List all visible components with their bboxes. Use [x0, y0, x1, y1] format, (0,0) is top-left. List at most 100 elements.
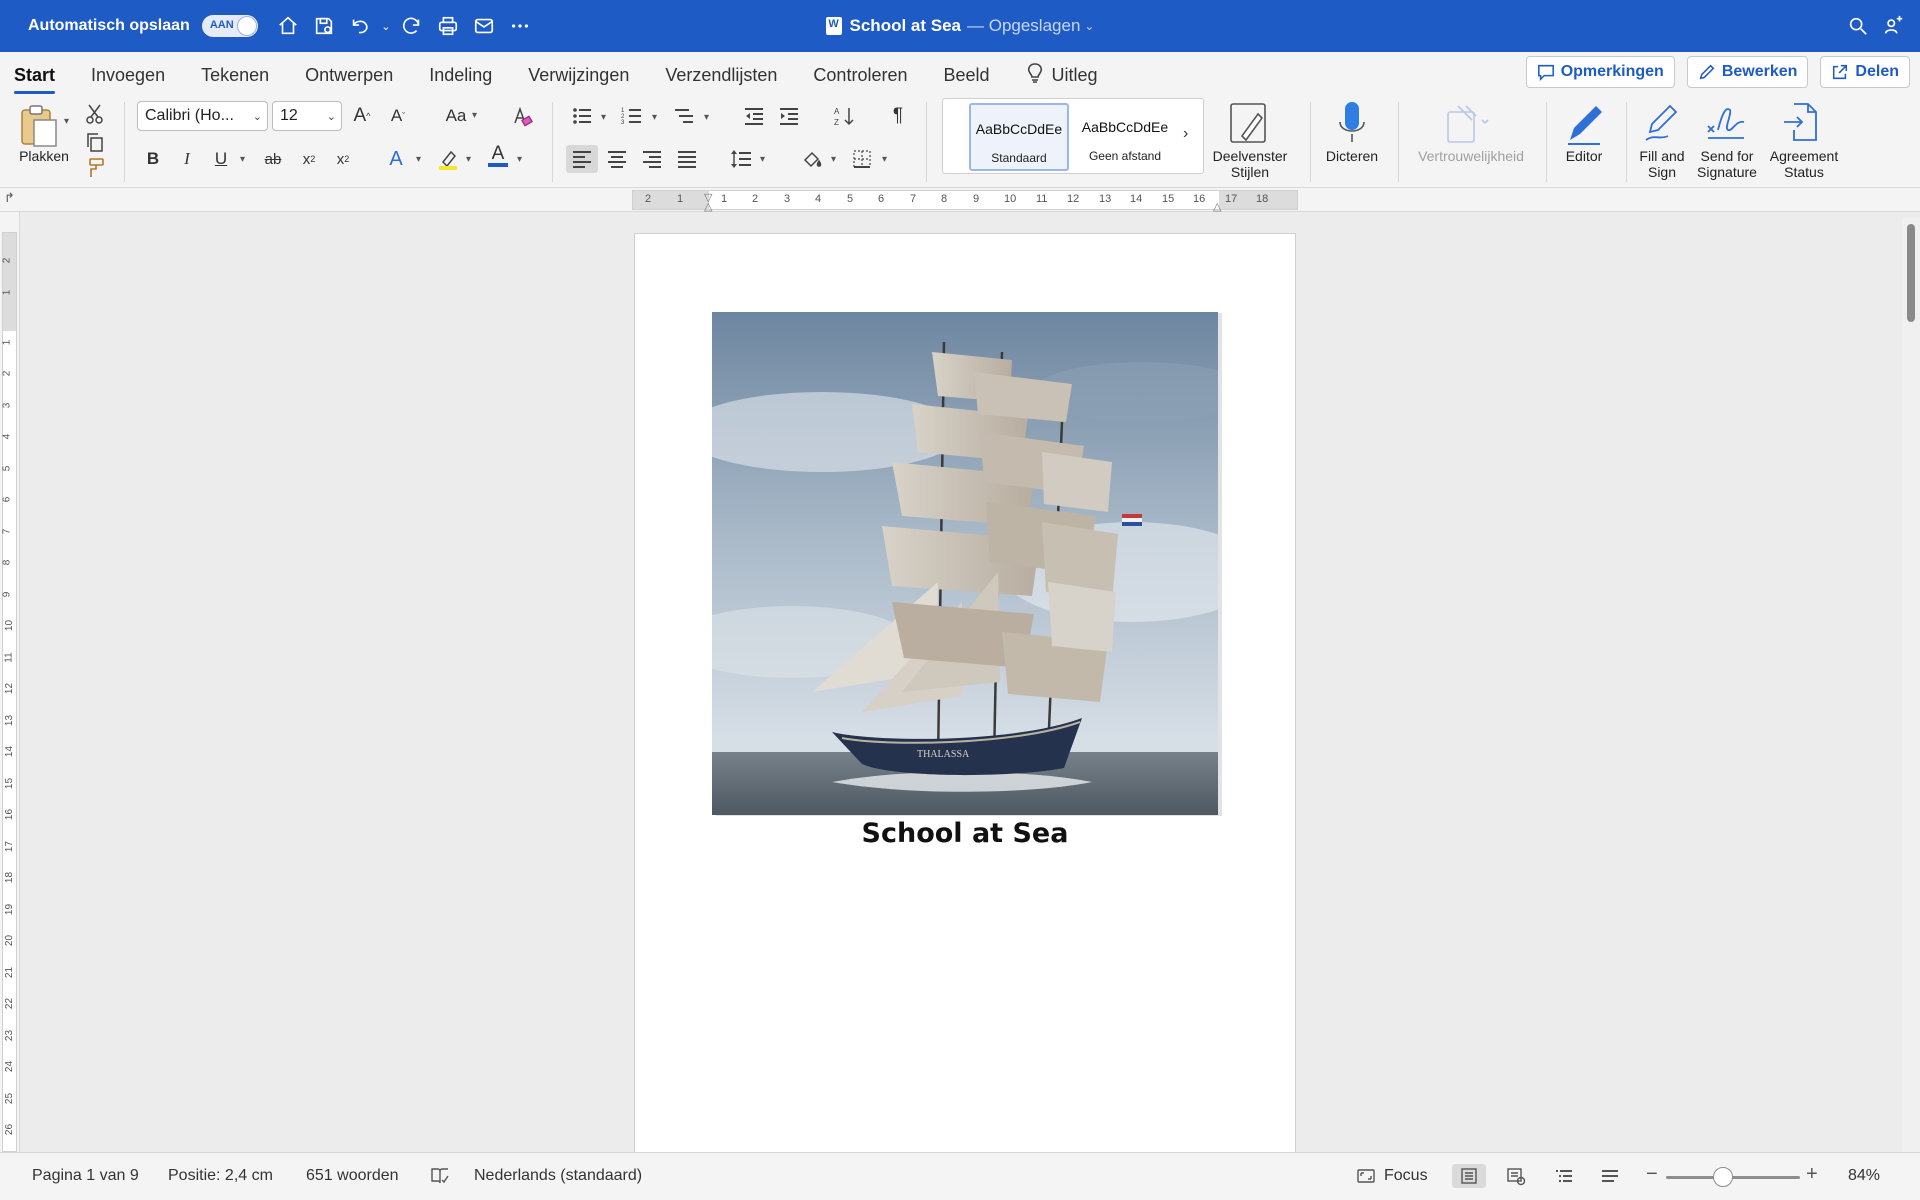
focus-icon[interactable]: [1354, 1165, 1378, 1187]
sensitivity-button[interactable]: [1444, 102, 1492, 146]
document-heading[interactable]: School at Sea: [712, 818, 1218, 849]
page-count[interactable]: Pagina 1 van 9: [32, 1167, 139, 1185]
highlight-icon[interactable]: [434, 145, 462, 173]
subscript-icon[interactable]: x2: [295, 145, 323, 173]
zoom-out-icon[interactable]: −: [1646, 1163, 1658, 1186]
horizontal-ruler[interactable]: ▽ △ △ 2 1 1 2 3 4 5 6 7 8 9 10 11 12 13 14 15 16 17 18: [632, 190, 1298, 213]
more-icon[interactable]: [502, 0, 538, 52]
multilevel-chevron-icon[interactable]: ▾: [704, 112, 709, 123]
agreement-status-button[interactable]: [1780, 100, 1824, 148]
numbering-chevron-icon[interactable]: ▾: [652, 112, 657, 123]
tall-ship-image[interactable]: THALASSA: [712, 312, 1218, 815]
share-button[interactable]: Delen: [1820, 56, 1910, 88]
print-icon[interactable]: [430, 0, 466, 52]
styles-next-chevron-icon[interactable]: ›: [1183, 125, 1188, 143]
line-spacing-chevron-icon[interactable]: ▾: [760, 154, 765, 165]
fill-and-sign-button[interactable]: [1642, 100, 1682, 148]
tab-stop-selector-icon[interactable]: ↱: [4, 190, 15, 206]
document-language[interactable]: Nederlands (standaard): [474, 1167, 642, 1185]
format-painter-icon[interactable]: [81, 154, 109, 182]
style-geen-afstand[interactable]: AaBbCcDdEe Geen afstand: [1075, 103, 1175, 171]
text-effects-chevron-icon[interactable]: ▾: [416, 154, 421, 165]
right-indent-marker[interactable]: △: [1213, 200, 1221, 213]
autosave-toggle[interactable]: AAN: [201, 15, 258, 37]
bullets-chevron-icon[interactable]: ▾: [601, 112, 606, 123]
undo-dropdown-chevron-icon[interactable]: ⌄: [378, 0, 394, 52]
vertical-ruler[interactable]: 2 1 1 2 3 4 5 6 7 8 9 10 11 12 13 14 15 16 17 18 19 20 21 22 23 2…: [0, 212, 20, 1152]
styles-pane-button[interactable]: [1226, 100, 1274, 148]
font-color-chevron-icon[interactable]: ▾: [517, 154, 522, 165]
font-size-select[interactable]: 12 ⌄: [272, 101, 342, 131]
tab-verwijzingen[interactable]: Verwijzingen: [510, 52, 647, 98]
paste-button[interactable]: [18, 102, 70, 150]
zoom-slider-knob[interactable]: [1713, 1167, 1733, 1187]
comments-button[interactable]: Opmerkingen: [1525, 56, 1675, 88]
grow-font-icon[interactable]: A ^: [348, 102, 376, 130]
zoom-level[interactable]: 84%: [1848, 1167, 1880, 1185]
share-people-icon[interactable]: [1876, 0, 1912, 52]
numbering-icon[interactable]: 123: [618, 102, 646, 130]
cut-icon[interactable]: [81, 100, 109, 128]
send-for-signature-button[interactable]: [1704, 100, 1748, 148]
scrollbar-thumb[interactable]: [1907, 224, 1915, 322]
align-center-icon[interactable]: [603, 145, 631, 173]
tab-indeling[interactable]: Indeling: [411, 52, 510, 98]
zoom-slider-track[interactable]: [1666, 1176, 1800, 1179]
zoom-in-icon[interactable]: +: [1806, 1163, 1818, 1186]
tab-uitleg[interactable]: Uitleg: [1008, 52, 1116, 98]
font-color-icon[interactable]: A: [484, 142, 512, 170]
borders-icon[interactable]: [848, 145, 876, 173]
shading-icon[interactable]: [798, 145, 826, 173]
font-name-select[interactable]: Calibri (Ho... ⌄: [137, 101, 268, 131]
sort-icon[interactable]: AZ: [830, 102, 858, 130]
redo-icon[interactable]: [394, 0, 430, 52]
tab-beeld[interactable]: Beeld: [925, 52, 1007, 98]
tab-ontwerpen[interactable]: Ontwerpen: [287, 52, 411, 98]
justify-icon[interactable]: [673, 145, 701, 173]
align-right-icon[interactable]: [638, 145, 666, 173]
paste-chevron-icon[interactable]: ▾: [64, 116, 69, 127]
document-title[interactable]: School at Sea — Opgeslagen ⌄: [825, 16, 1094, 36]
style-standaard[interactable]: AaBbCcDdEe Standaard: [969, 103, 1069, 171]
web-layout-view-icon[interactable]: [1504, 1165, 1528, 1187]
save-icon[interactable]: [306, 0, 342, 52]
word-count[interactable]: 651 woorden: [306, 1167, 399, 1185]
change-case-chevron-icon[interactable]: ▾: [472, 110, 477, 121]
vertical-scrollbar[interactable]: [1902, 218, 1920, 1152]
change-case-icon[interactable]: Aa: [438, 102, 474, 130]
print-layout-view-icon[interactable]: [1452, 1164, 1486, 1188]
underline-chevron-icon[interactable]: ▾: [240, 154, 245, 165]
proofing-book-icon[interactable]: [428, 1165, 452, 1187]
home-icon[interactable]: [270, 0, 306, 52]
align-left-icon[interactable]: [566, 145, 598, 173]
show-formatting-icon[interactable]: ¶: [884, 102, 912, 130]
italic-icon[interactable]: I: [173, 145, 201, 173]
line-spacing-icon[interactable]: [727, 145, 755, 173]
highlight-chevron-icon[interactable]: ▾: [466, 154, 471, 165]
superscript-icon[interactable]: x2: [329, 145, 357, 173]
tab-verzendlijsten[interactable]: Verzendlijsten: [647, 52, 795, 98]
draft-view-icon[interactable]: [1598, 1165, 1622, 1187]
tab-tekenen[interactable]: Tekenen: [183, 52, 287, 98]
mail-icon[interactable]: [466, 0, 502, 52]
dictate-button[interactable]: [1334, 100, 1370, 148]
copy-icon[interactable]: [81, 128, 109, 156]
left-indent-marker[interactable]: △: [704, 200, 712, 213]
clear-formatting-icon[interactable]: [508, 102, 536, 130]
undo-icon[interactable]: [342, 0, 378, 52]
tab-invoegen[interactable]: Invoegen: [73, 52, 183, 98]
multilevel-list-icon[interactable]: [670, 102, 698, 130]
edit-button[interactable]: Bewerken: [1686, 56, 1809, 88]
editor-button[interactable]: [1562, 100, 1606, 148]
borders-chevron-icon[interactable]: ▾: [882, 154, 887, 165]
underline-icon[interactable]: U: [207, 145, 235, 173]
decrease-indent-icon[interactable]: [740, 102, 768, 130]
search-icon[interactable]: [1840, 0, 1876, 52]
tab-start[interactable]: Start: [0, 52, 73, 98]
focus-label[interactable]: Focus: [1384, 1167, 1428, 1185]
shading-chevron-icon[interactable]: ▾: [831, 154, 836, 165]
outline-view-icon[interactable]: [1552, 1165, 1576, 1187]
tab-controleren[interactable]: Controleren: [795, 52, 925, 98]
strikethrough-icon[interactable]: ab: [259, 145, 287, 173]
increase-indent-icon[interactable]: [775, 102, 803, 130]
